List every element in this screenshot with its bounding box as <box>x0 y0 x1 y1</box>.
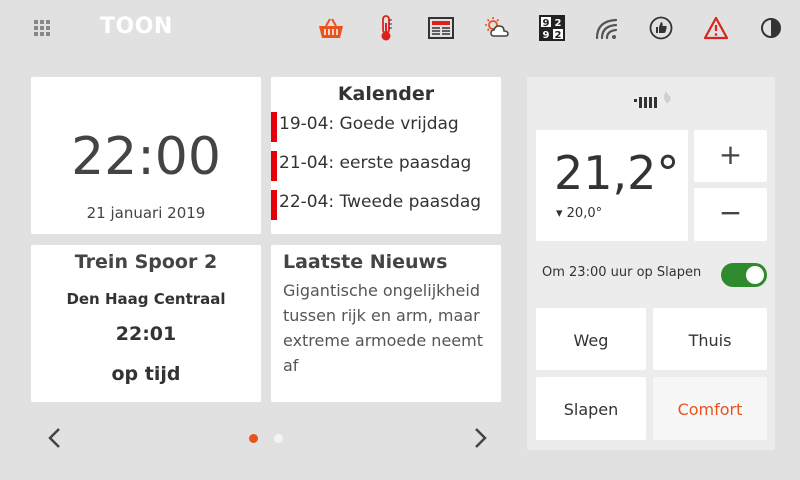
plus-icon: + <box>718 138 743 171</box>
preset-label: Slapen <box>563 400 619 419</box>
calendar-event: 21-04: eerste paasdag <box>271 151 499 181</box>
calendar-event-text: 21-04: eerste paasdag <box>279 153 472 173</box>
event-marker <box>271 190 277 220</box>
svg-text:2: 2 <box>555 30 562 41</box>
weather-icon[interactable] <box>484 14 510 42</box>
page-dot[interactable] <box>274 434 283 443</box>
page-dot-active[interactable] <box>249 434 258 443</box>
calendar-event-text: 22-04: Tweede paasdag <box>279 192 482 212</box>
calendar-event-text: 19-04: Goede vrijdag <box>279 114 459 134</box>
next-page-arrow[interactable] <box>470 426 490 450</box>
svg-text:9: 9 <box>543 18 550 29</box>
calendar-event: 19-04: Goede vrijdag <box>271 112 499 142</box>
preset-slapen-button[interactable]: Slapen <box>536 377 646 440</box>
calendar-title: Kalender <box>337 83 435 105</box>
preset-weg-button[interactable]: Weg <box>536 308 646 370</box>
toon-logo: TOON <box>100 14 173 39</box>
schedule-toggle[interactable] <box>721 263 767 287</box>
sudoku-icon[interactable]: 9 2 9 2 <box>539 14 565 42</box>
train-station: Den Haag Centraal <box>66 290 226 308</box>
setpoint-temperature: ▾ 20,0° <box>556 206 603 221</box>
svg-text:2: 2 <box>555 18 562 29</box>
heating-indicator-icon <box>634 88 678 114</box>
news-tile[interactable]: Laatste Nieuws Gigantische ongelijkheid … <box>271 245 501 402</box>
train-tile[interactable]: Trein Spoor 2 Den Haag Centraal 22:01 op… <box>31 245 261 402</box>
train-status: op tijd <box>111 363 181 385</box>
svg-text:9: 9 <box>543 30 550 41</box>
apps-grid-icon[interactable] <box>34 20 50 36</box>
shopping-basket-icon[interactable] <box>318 14 344 42</box>
preset-thuis-button[interactable]: Thuis <box>653 308 767 370</box>
wifi-icon[interactable] <box>594 14 620 42</box>
contrast-icon[interactable] <box>758 14 784 42</box>
train-departure: 22:01 <box>115 323 177 345</box>
warning-icon[interactable] <box>703 14 729 42</box>
calendar-event: 22-04: Tweede paasdag <box>271 190 499 220</box>
train-title: Trein Spoor 2 <box>74 251 218 273</box>
thermometer-icon[interactable] <box>373 14 399 42</box>
preset-label: Weg <box>573 331 609 350</box>
clock-time: 22:00 <box>71 127 221 187</box>
event-marker <box>271 151 277 181</box>
minus-icon: − <box>718 196 743 229</box>
top-bar: TOON 9 2 9 2 <box>0 0 800 56</box>
thumbs-up-icon[interactable] <box>648 14 674 42</box>
clock-date: 21 januari 2019 <box>86 204 206 222</box>
preset-comfort-button[interactable]: Comfort <box>653 377 767 440</box>
decrease-temperature-button[interactable]: − <box>694 188 767 241</box>
current-temperature: 21,2° <box>554 146 680 200</box>
previous-page-arrow[interactable] <box>45 426 65 450</box>
news-headline: Gigantische ongelijkheid tussen rijk en … <box>283 281 483 375</box>
preset-label-active: Comfort <box>677 400 743 419</box>
temperature-display: 21,2° ▾ 20,0° <box>536 130 688 241</box>
news-title: Laatste Nieuws <box>283 251 448 273</box>
increase-temperature-button[interactable]: + <box>694 130 767 182</box>
clock-tile[interactable]: 22:00 21 januari 2019 <box>31 77 261 234</box>
toggle-knob <box>746 266 764 284</box>
event-marker <box>271 112 277 142</box>
calendar-tile[interactable]: Kalender 19-04: Goede vrijdag 21-04: eer… <box>271 77 501 234</box>
schedule-text: Om 23:00 uur op Slapen <box>542 265 702 280</box>
preset-label: Thuis <box>688 331 732 350</box>
newspaper-icon[interactable] <box>428 14 454 42</box>
